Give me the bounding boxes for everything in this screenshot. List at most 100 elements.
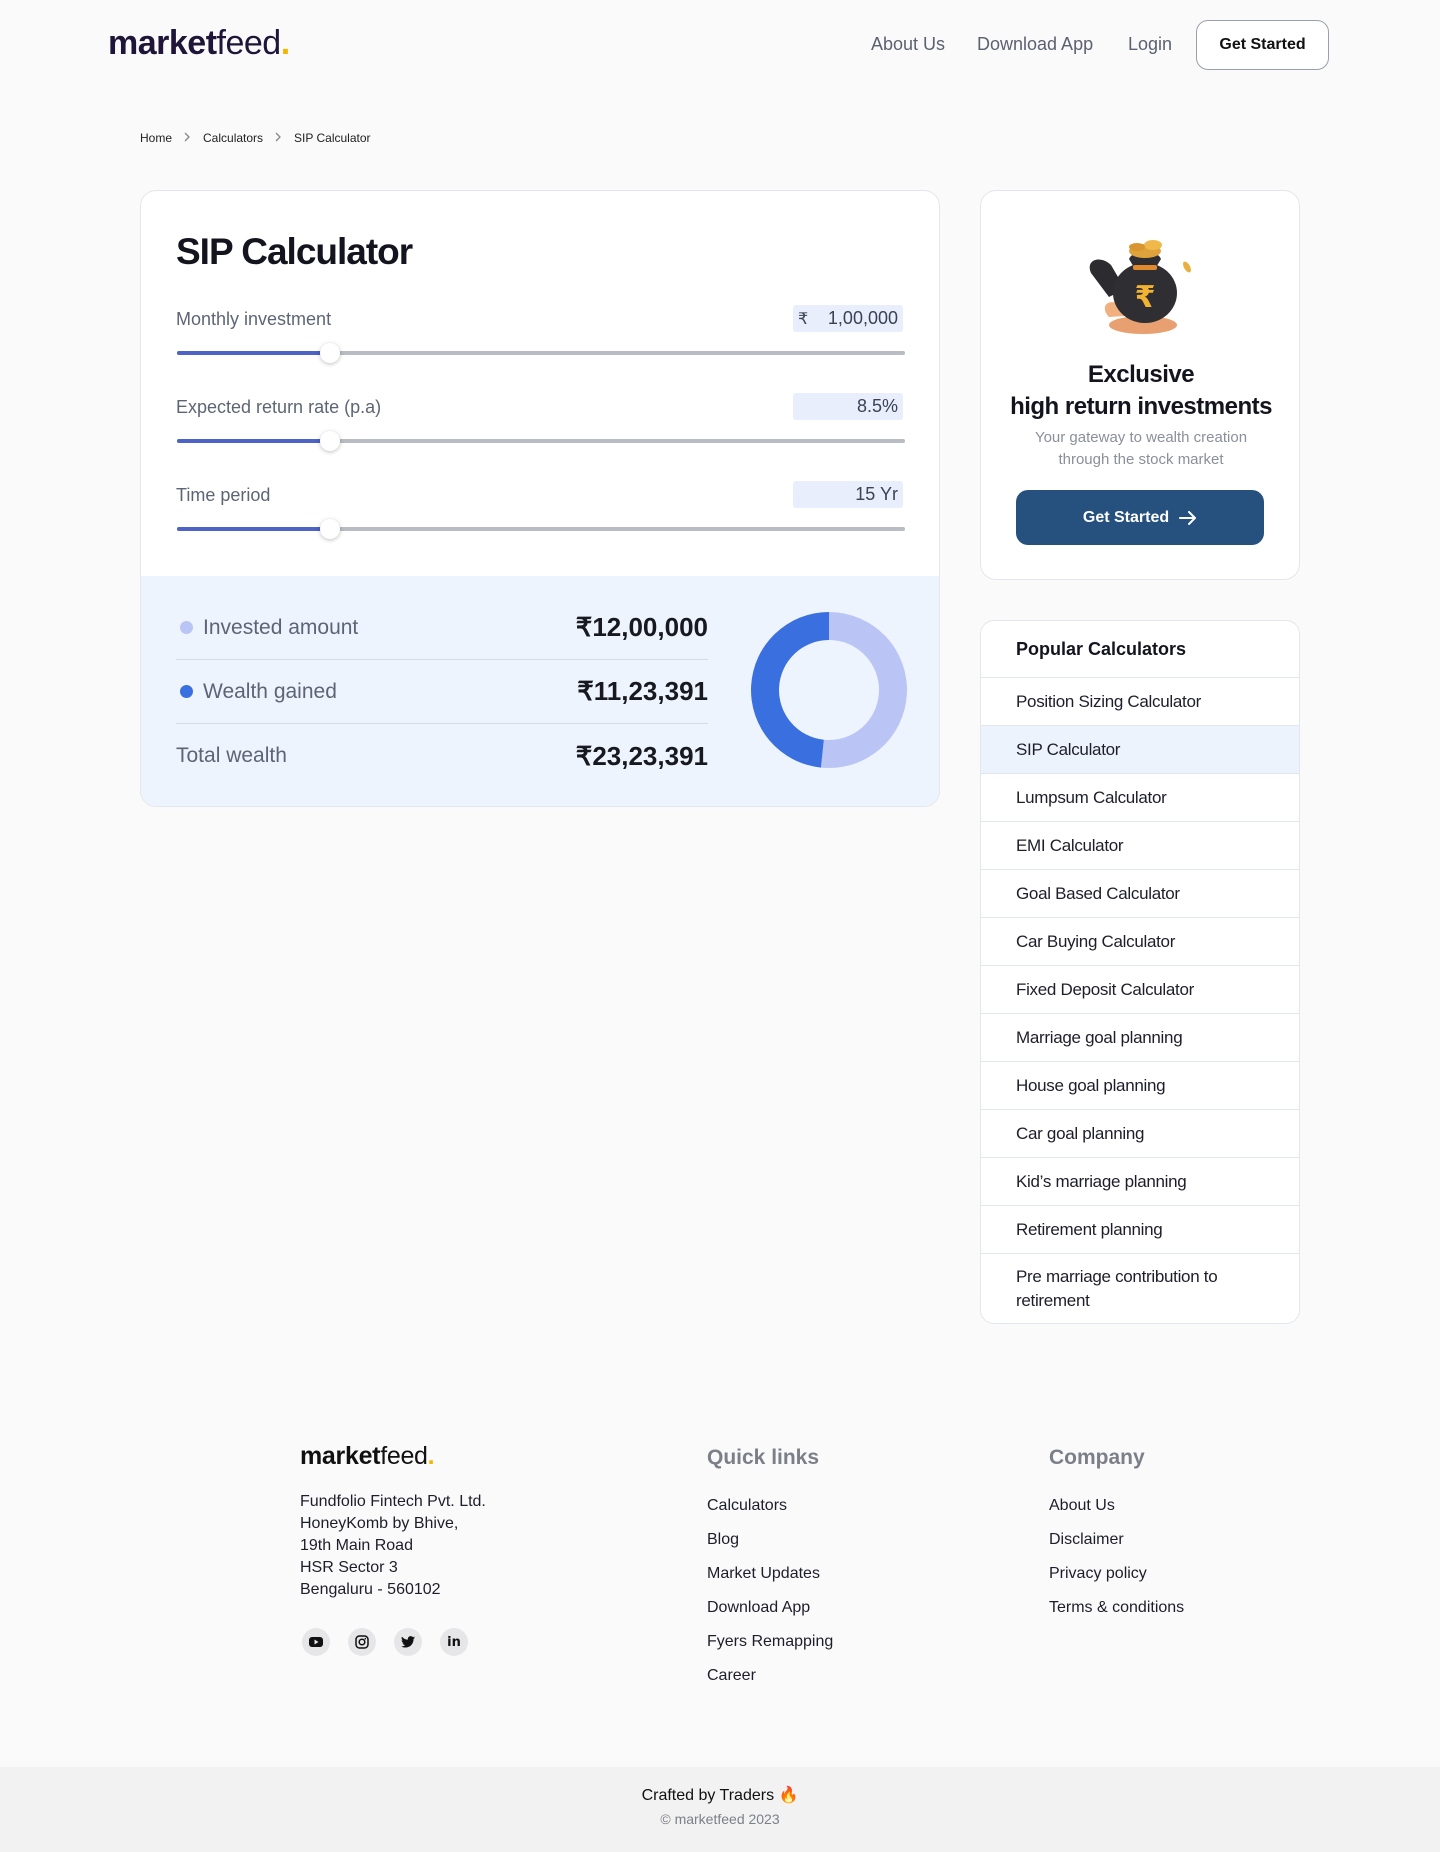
donut-gained-slice [751, 612, 829, 768]
promo-button-label: Get Started [1082, 508, 1170, 526]
monthly-investment-value: 1,00,000 [827, 308, 898, 328]
promo-title-line2: high return investments [1010, 393, 1272, 420]
address-line: HSR Sector 3 [300, 1559, 398, 1576]
donut-invested-slice [820, 612, 907, 768]
slider-thumb[interactable] [319, 343, 340, 363]
time-period-label: Time period [176, 485, 271, 505]
nav-about-us[interactable]: About Us [871, 34, 945, 55]
total-wealth-label: Total wealth [176, 744, 287, 767]
address-line: Bengaluru - 560102 [300, 1581, 441, 1598]
footer-logo-brand: market [300, 1442, 381, 1470]
footer-link-about-us[interactable]: About Us [1049, 1497, 1115, 1515]
slider-fill [177, 351, 330, 355]
address-line: HoneyKomb by Bhive, [300, 1515, 459, 1532]
footer-link-download-app[interactable]: Download App [707, 1599, 810, 1617]
breadcrumb-calculators[interactable]: Calculators [203, 131, 263, 145]
twitter-icon[interactable] [394, 1628, 422, 1656]
instagram-icon[interactable] [348, 1628, 376, 1656]
slider-thumb[interactable] [319, 431, 340, 451]
social-links: in [302, 1628, 468, 1656]
arrow-right-icon [1179, 510, 1197, 525]
return-rate-slider[interactable] [177, 431, 905, 451]
marketfeed-logo[interactable]: marketfeed. [108, 24, 290, 63]
monthly-investment-slider[interactable] [177, 343, 905, 363]
popular-item-pre-marriage-retirement[interactable]: Pre marriage contribution to retirement [981, 1254, 1299, 1323]
popular-item-marriage-goal[interactable]: Marriage goal planning [981, 1014, 1299, 1062]
monthly-investment-input[interactable]: ₹ 1,00,000 [793, 305, 903, 332]
promo-subtitle: Your gateway to wealth creation through … [1034, 429, 1248, 468]
return-rate-value: 8.5% [856, 396, 898, 416]
popular-item-fixed-deposit[interactable]: Fixed Deposit Calculator [981, 966, 1299, 1014]
footer-link-disclaimer[interactable]: Disclaimer [1049, 1531, 1124, 1549]
popular-item-kids-marriage[interactable]: Kid’s marriage planning [981, 1158, 1299, 1206]
slider-thumb[interactable] [319, 519, 340, 539]
footer-logo[interactable]: marketfeed. [300, 1442, 435, 1471]
popular-item-retirement[interactable]: Retirement planning [981, 1206, 1299, 1254]
breadcrumb-home[interactable]: Home [140, 131, 172, 145]
popular-item-car-goal[interactable]: Car goal planning [981, 1110, 1299, 1158]
logo-brand: market [108, 24, 217, 62]
return-rate-input[interactable]: 8.5% [793, 393, 903, 420]
popular-item-lumpsum[interactable]: Lumpsum Calculator [981, 774, 1299, 822]
popular-calculators-heading: Popular Calculators [981, 621, 1299, 678]
company-address: Fundfolio Fintech Pvt. Ltd. HoneyKomb by… [300, 1491, 486, 1601]
footer-link-calculators[interactable]: Calculators [707, 1497, 787, 1515]
gained-legend-dot [180, 685, 193, 698]
slider-fill [177, 439, 330, 443]
results-panel: Invested amount ₹12,00,000 Wealth gained… [141, 576, 939, 806]
chevron-right-icon [275, 131, 282, 145]
time-period-input[interactable]: 15 Yr [793, 481, 903, 508]
popular-item-house-goal[interactable]: House goal planning [981, 1062, 1299, 1110]
footer-link-terms[interactable]: Terms & conditions [1049, 1599, 1184, 1617]
slider-fill [177, 527, 330, 531]
copyright-bar [0, 1767, 1440, 1852]
calculator-title: SIP Calculator [176, 231, 413, 272]
invested-amount-value: ₹12,00,000 [575, 612, 708, 642]
linkedin-icon[interactable]: in [440, 1628, 468, 1656]
total-wealth-value: ₹23,23,391 [575, 740, 708, 771]
footer-link-career[interactable]: Career [707, 1667, 756, 1685]
popular-item-car-buying[interactable]: Car Buying Calculator [981, 918, 1299, 966]
logo-dot: . [280, 24, 290, 62]
promo-title-line1: Exclusive [1087, 361, 1195, 388]
promo-get-started-button[interactable]: Get Started [1016, 490, 1264, 545]
footer-logo-suffix: feed [380, 1442, 428, 1470]
popular-item-goal-based[interactable]: Goal Based Calculator [981, 870, 1299, 918]
wealth-gained-row: Wealth gained ₹11,23,391 [176, 660, 708, 724]
wealth-gained-label: Wealth gained [203, 679, 337, 703]
popular-item-position-sizing[interactable]: Position Sizing Calculator [981, 678, 1299, 726]
invested-amount-row: Invested amount ₹12,00,000 [176, 596, 708, 660]
company-title: Company [1049, 1446, 1145, 1469]
nav-login[interactable]: Login [1128, 34, 1172, 55]
footer-link-blog[interactable]: Blog [707, 1531, 739, 1549]
total-wealth-row: Total wealth ₹23,23,391 [176, 724, 708, 788]
time-period-value: 15 Yr [855, 484, 898, 504]
footer-logo-dot: . [427, 1442, 435, 1470]
breadcrumb: Home Calculators SIP Calculator [140, 131, 371, 145]
youtube-icon[interactable] [302, 1628, 330, 1656]
address-line: 19th Main Road [300, 1537, 413, 1554]
footer-link-privacy-policy[interactable]: Privacy policy [1049, 1565, 1147, 1583]
svg-text:₹: ₹ [1135, 280, 1156, 315]
quick-links-title: Quick links [707, 1446, 820, 1469]
logo-suffix: feed [216, 24, 282, 62]
return-rate-label: Expected return rate (p.a) [176, 397, 382, 417]
chevron-right-icon [184, 131, 191, 145]
promo-card: ₹ Exclusive high return investments Your… [980, 190, 1300, 580]
footer-link-market-updates[interactable]: Market Updates [707, 1565, 820, 1583]
money-bag-icon: ₹ [1089, 240, 1191, 334]
sip-calculator-card: SIP Calculator Monthly investment ₹ 1,00… [140, 190, 940, 807]
monthly-investment-label: Monthly investment [176, 309, 332, 329]
copyright-text: © marketfeed 2023 [660, 1811, 780, 1827]
popular-item-sip[interactable]: SIP Calculator [981, 726, 1299, 774]
popular-item-emi[interactable]: EMI Calculator [981, 822, 1299, 870]
crafted-by-text: Crafted by Traders 🔥 [641, 1787, 799, 1804]
footer-link-fyers-remapping[interactable]: Fyers Remapping [707, 1633, 833, 1651]
header-get-started-button[interactable]: Get Started [1196, 20, 1329, 70]
address-line: Fundfolio Fintech Pvt. Ltd. [300, 1493, 486, 1510]
promo-title: Exclusive high return investments [981, 359, 1301, 423]
wealth-donut-chart [751, 612, 907, 768]
time-period-slider[interactable] [177, 519, 905, 539]
site-header: marketfeed. About Us Download App Login … [0, 0, 1440, 92]
nav-download-app[interactable]: Download App [977, 34, 1093, 55]
